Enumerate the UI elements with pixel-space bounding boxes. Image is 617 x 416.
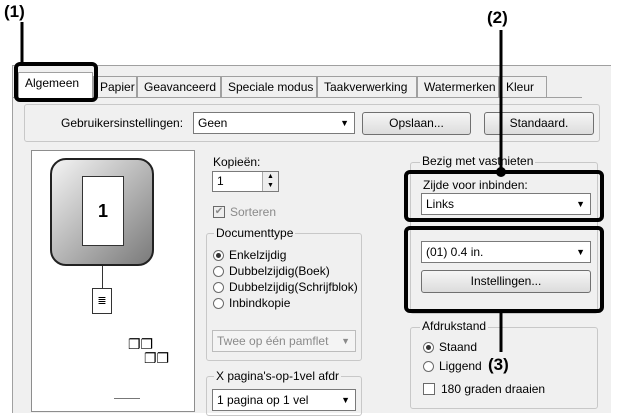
callout-3: (3) (488, 355, 509, 374)
leader-2-dot (496, 167, 506, 177)
callout-leaders (20, 22, 506, 352)
